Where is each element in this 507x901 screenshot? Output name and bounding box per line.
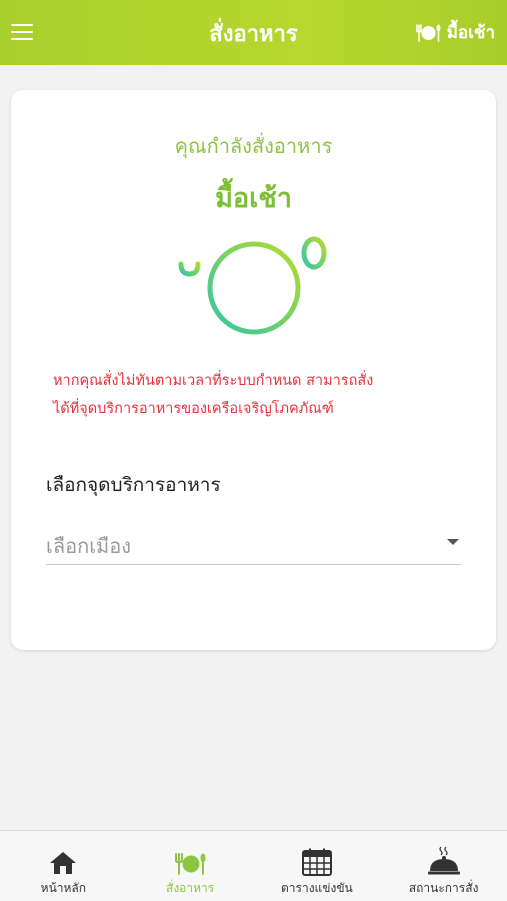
nav-home-label: หน้าหลัก [40, 881, 87, 895]
nav-order-food-label: สั่งอาหาร [166, 881, 215, 895]
nav-home[interactable]: หน้าหลัก [0, 831, 127, 901]
top-app-bar: สั่งอาหาร มื้อเช้า [0, 0, 507, 65]
plate-utensils-icon [177, 236, 329, 342]
nav-schedule[interactable]: ตารางแข่งขัน [254, 831, 381, 901]
bottom-navigation: หน้าหลัก สั่งอาหาร ตารางแข่งขัน สถานะการ… [0, 830, 507, 901]
city-select-placeholder: เลือกเมือง [46, 534, 132, 558]
city-select[interactable]: เลือกเมือง [46, 526, 461, 565]
dining-icon [415, 23, 441, 43]
dropdown-caret-icon [447, 539, 459, 545]
current-meal-indicator: มื้อเช้า [415, 19, 495, 46]
nav-order-food[interactable]: สั่งอาหาร [127, 831, 254, 901]
order-card: คุณกำลังสั่งอาหาร มื้อเช้า หากคุณสั่งไม่… [11, 90, 496, 650]
service-point-label: เลือกจุดบริการอาหาร [46, 474, 221, 496]
ordering-text: คุณกำลังสั่งอาหาร [174, 134, 333, 158]
food-cloche-icon [427, 846, 461, 876]
dining-icon [174, 846, 206, 876]
meal-name: มื้อเช้า [215, 183, 292, 214]
home-icon [49, 846, 77, 876]
meal-label: มื้อเช้า [446, 23, 495, 43]
calendar-icon [301, 846, 332, 876]
nav-order-status-label: สถานะการสั่ง [408, 881, 479, 895]
nav-order-status[interactable]: สถานะการสั่ง [380, 831, 507, 901]
nav-schedule-label: ตารางแข่งขัน [280, 881, 353, 895]
late-order-warning: หากคุณสั่งไม่ทันตามเวลาที่ระบบกำหนด สามา… [53, 373, 374, 417]
